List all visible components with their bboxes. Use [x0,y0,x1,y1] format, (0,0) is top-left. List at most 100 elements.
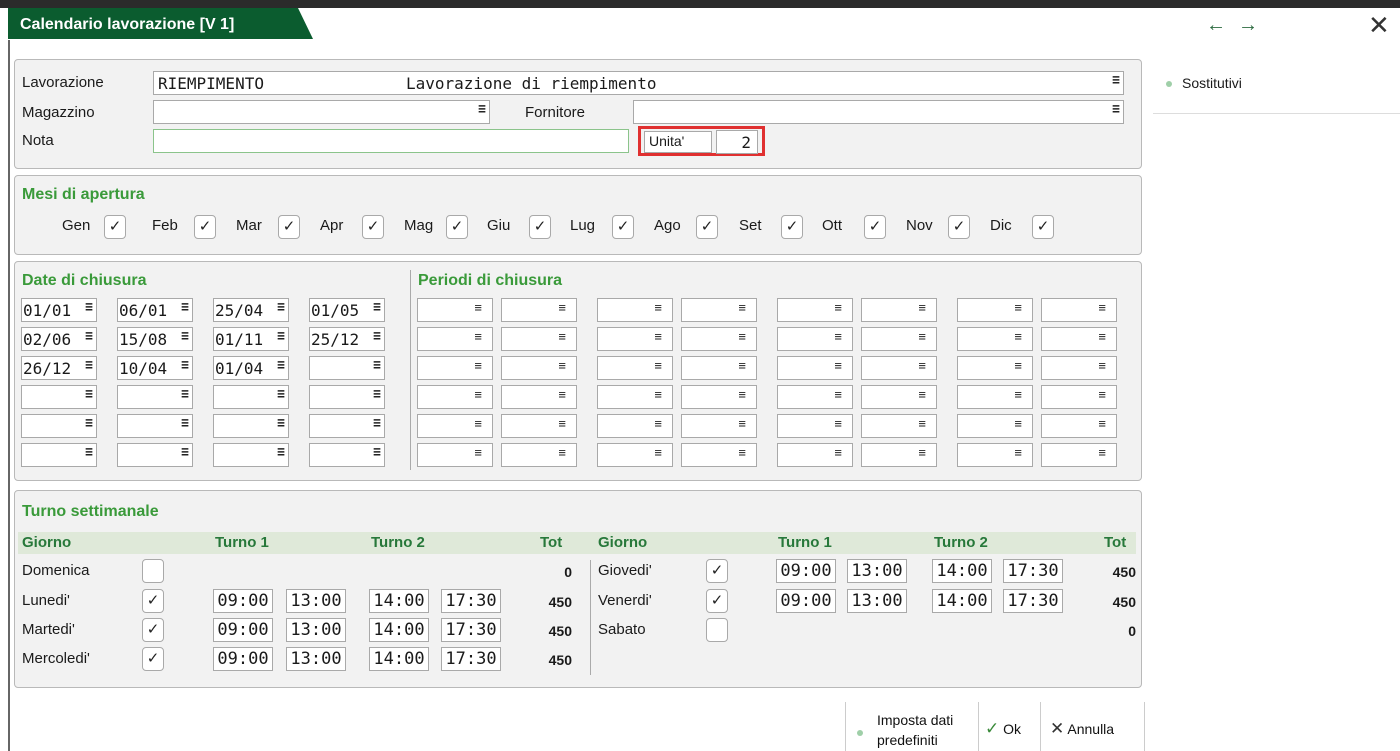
shift-time-field[interactable]: 17:30 [441,618,501,642]
closing-date-field[interactable]: 26/12 ≡ [21,356,97,380]
month-checkbox[interactable]: ✓ [948,215,970,239]
closing-period-field[interactable]: ≡ [1041,443,1117,467]
closing-period-field[interactable]: ≡ [861,443,937,467]
closing-period-field[interactable]: ≡ [501,385,577,409]
menu-icon[interactable]: ≡ [1098,300,1106,315]
shift-time-field[interactable]: 09:00 [213,589,273,613]
menu-icon[interactable]: ≡ [558,387,566,402]
closing-period-field[interactable]: ≡ [597,414,673,438]
shift-day-checkbox[interactable]: ✓ [142,647,164,671]
menu-icon[interactable]: ≡ [85,300,93,315]
closing-period-field[interactable]: ≡ [501,356,577,380]
menu-icon[interactable]: ≡ [181,358,189,373]
closing-period-field[interactable]: ≡ [597,356,673,380]
menu-icon[interactable]: ≡ [474,300,482,315]
closing-date-field[interactable]: 06/01 ≡ [117,298,193,322]
closing-period-field[interactable]: ≡ [681,356,757,380]
nota-field[interactable] [153,129,629,153]
shift-time-field[interactable]: 09:00 [213,618,273,642]
shift-time-field[interactable]: 14:00 [932,559,992,583]
closing-period-field[interactable]: ≡ [417,327,493,351]
closing-date-field[interactable]: 15/08 ≡ [117,327,193,351]
closing-date-field[interactable]: 25/04 ≡ [213,298,289,322]
ok-button[interactable]: ✓ Ok [985,719,1035,739]
menu-icon[interactable]: ≡ [373,329,381,344]
unita-field[interactable]: 2 [716,130,758,154]
closing-date-field[interactable]: 10/04 ≡ [117,356,193,380]
menu-icon[interactable]: ≡ [373,387,381,402]
closing-period-field[interactable]: ≡ [777,298,853,322]
shift-day-checkbox[interactable] [142,559,164,583]
closing-period-field[interactable]: ≡ [777,327,853,351]
shift-time-field[interactable]: 13:00 [286,589,346,613]
closing-period-field[interactable]: ≡ [417,385,493,409]
menu-icon[interactable]: ≡ [834,387,842,402]
closing-date-field[interactable]: ≡ [117,385,193,409]
menu-icon[interactable]: ≡ [85,416,93,431]
menu-icon[interactable]: ≡ [373,416,381,431]
menu-icon[interactable]: ≡ [277,445,285,460]
closing-period-field[interactable]: ≡ [501,298,577,322]
closing-period-field[interactable]: ≡ [681,414,757,438]
menu-icon[interactable]: ≡ [85,358,93,373]
closing-period-field[interactable]: ≡ [1041,356,1117,380]
menu-icon[interactable]: ≡ [1112,73,1120,88]
menu-icon[interactable]: ≡ [558,416,566,431]
closing-period-field[interactable]: ≡ [681,327,757,351]
shift-time-field[interactable]: 09:00 [776,589,836,613]
menu-icon[interactable]: ≡ [918,416,926,431]
closing-date-field[interactable]: ≡ [309,356,385,380]
menu-icon[interactable]: ≡ [277,329,285,344]
menu-icon[interactable]: ≡ [654,329,662,344]
menu-icon[interactable]: ≡ [373,445,381,460]
menu-icon[interactable]: ≡ [474,387,482,402]
menu-icon[interactable]: ≡ [738,387,746,402]
closing-period-field[interactable]: ≡ [957,385,1033,409]
menu-icon[interactable]: ≡ [834,300,842,315]
menu-icon[interactable]: ≡ [918,300,926,315]
menu-icon[interactable]: ≡ [738,329,746,344]
menu-icon[interactable]: ≡ [474,329,482,344]
month-checkbox[interactable]: ✓ [612,215,634,239]
month-checkbox[interactable]: ✓ [446,215,468,239]
shift-time-field[interactable]: 13:00 [286,618,346,642]
closing-period-field[interactable]: ≡ [597,327,673,351]
shift-day-checkbox[interactable]: ✓ [142,618,164,642]
menu-icon[interactable]: ≡ [85,445,93,460]
menu-icon[interactable]: ≡ [918,387,926,402]
month-checkbox[interactable]: ✓ [781,215,803,239]
closing-date-field[interactable]: ≡ [213,443,289,467]
menu-icon[interactable]: ≡ [558,300,566,315]
menu-icon[interactable]: ≡ [1112,102,1120,117]
closing-period-field[interactable]: ≡ [1041,414,1117,438]
closing-period-field[interactable]: ≡ [1041,327,1117,351]
menu-icon[interactable]: ≡ [373,300,381,315]
shift-time-field[interactable]: 13:00 [847,589,907,613]
closing-date-field[interactable]: ≡ [117,443,193,467]
shift-day-checkbox[interactable]: ✓ [706,559,728,583]
closing-date-field[interactable]: 25/12 ≡ [309,327,385,351]
menu-icon[interactable]: ≡ [181,329,189,344]
menu-icon[interactable]: ≡ [1098,387,1106,402]
back-arrow-icon[interactable]: ← [1206,14,1226,37]
closing-period-field[interactable]: ≡ [681,385,757,409]
menu-icon[interactable]: ≡ [834,416,842,431]
closing-date-field[interactable]: 01/04 ≡ [213,356,289,380]
lavorazione-field[interactable]: RIEMPIMENTO Lavorazione di riempimento ≡ [153,71,1124,95]
menu-icon[interactable]: ≡ [474,358,482,373]
closing-date-field[interactable]: ≡ [117,414,193,438]
menu-icon[interactable]: ≡ [277,416,285,431]
closing-period-field[interactable]: ≡ [501,327,577,351]
menu-icon[interactable]: ≡ [1014,329,1022,344]
menu-icon[interactable]: ≡ [85,387,93,402]
closing-period-field[interactable]: ≡ [861,385,937,409]
cancel-button[interactable]: ✕ Annulla [1050,719,1140,739]
shift-time-field[interactable]: 17:30 [441,589,501,613]
month-checkbox[interactable]: ✓ [1032,215,1054,239]
month-checkbox[interactable]: ✓ [362,215,384,239]
menu-icon[interactable]: ≡ [1098,445,1106,460]
menu-icon[interactable]: ≡ [1014,387,1022,402]
menu-icon[interactable]: ≡ [277,358,285,373]
menu-icon[interactable]: ≡ [181,416,189,431]
menu-icon[interactable]: ≡ [654,416,662,431]
